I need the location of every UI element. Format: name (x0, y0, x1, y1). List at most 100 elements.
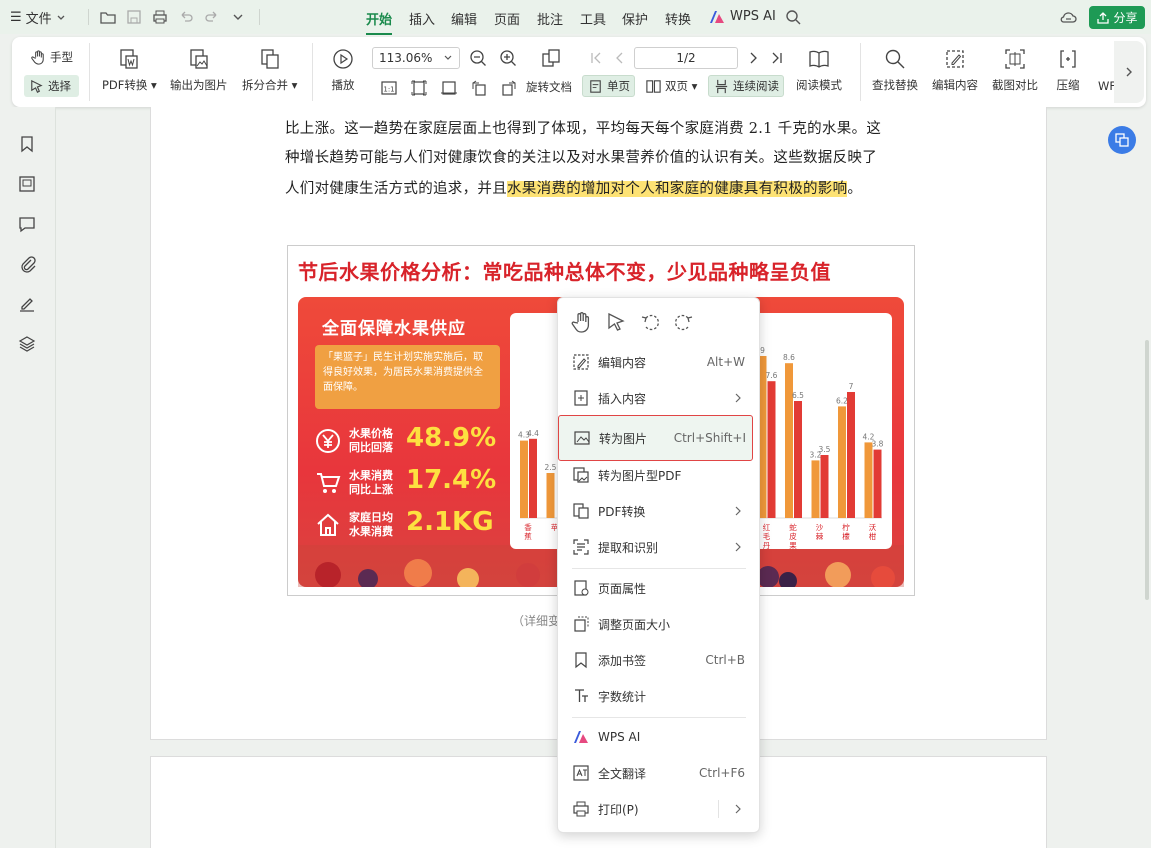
divider (312, 43, 313, 101)
zoom-select[interactable]: 113.06% (372, 47, 460, 69)
menu-item-page-properties[interactable]: 页面属性 (566, 573, 753, 603)
save-icon[interactable] (125, 8, 143, 26)
chart-category-label: 果 (789, 541, 797, 549)
first-page-icon[interactable] (586, 48, 606, 68)
chart-bar (767, 381, 776, 518)
edit-content-button[interactable]: 编辑内容 (932, 47, 978, 93)
rotate-left-icon[interactable] (638, 310, 662, 334)
tab-start[interactable]: 开始 (366, 9, 393, 35)
tab-convert[interactable]: 转换 (665, 9, 691, 28)
chevron-down-icon[interactable] (229, 8, 247, 26)
undo-icon[interactable] (177, 8, 195, 26)
pdf-convert-button[interactable]: PDF转换 ▾ (102, 47, 157, 93)
menu-item-insert-content[interactable]: 插入内容 (566, 383, 753, 413)
last-page-icon[interactable] (767, 48, 787, 68)
ribbon-scroll-right-button[interactable] (1114, 41, 1144, 103)
vertical-scrollbar[interactable] (1145, 340, 1149, 600)
comment-icon[interactable] (17, 214, 37, 234)
menu-item-pdf-convert[interactable]: PDF转换 (566, 496, 753, 526)
menu-item-label: 页面属性 (598, 581, 647, 596)
actual-size-icon[interactable]: 1:1 (379, 78, 399, 98)
continuous-reading-button[interactable]: 连续阅读 (708, 75, 784, 97)
edit-content-label: 编辑内容 (932, 78, 978, 92)
hamburger-icon: ☰ (10, 10, 22, 25)
chevron-right-icon (735, 506, 741, 516)
select-tool-button[interactable]: 选择 (24, 75, 79, 97)
share-label: 分享 (1113, 11, 1138, 25)
tab-page[interactable]: 页面 (494, 9, 520, 28)
play-button[interactable]: 播放 (331, 47, 355, 93)
tab-protect[interactable]: 保护 (622, 9, 648, 28)
cursor-arrow-icon[interactable] (604, 310, 628, 334)
tab-edit[interactable]: 编辑 (451, 9, 477, 28)
double-page-button[interactable]: 双页 ▾ (641, 75, 701, 97)
hand-tool-button[interactable]: 手型 (26, 46, 77, 68)
cloud-icon[interactable] (1059, 8, 1077, 26)
menu-item-wps-ai[interactable]: WPS AI (566, 722, 753, 752)
context-menu: 编辑内容 Alt+W 插入内容 转为图片 Ctrl+Shift+I 转为图片型P… (557, 297, 760, 833)
layers-icon[interactable] (17, 334, 37, 354)
stat-label: 水果消费 同比上涨 (349, 469, 393, 496)
thumbnail-icon[interactable] (17, 174, 37, 194)
export-image-button[interactable]: 输出为图片 (170, 47, 228, 93)
tab-insert[interactable]: 插入 (409, 9, 435, 28)
menu-item-resize-page[interactable]: 调整页面大小 (566, 609, 753, 639)
search-icon[interactable] (784, 8, 802, 26)
divider (89, 43, 90, 101)
find-replace-button[interactable]: 查找替换 (872, 47, 918, 93)
menu-item-label: 提取和识别 (598, 540, 659, 555)
pdf-convert-icon (120, 49, 139, 69)
next-page-icon[interactable] (743, 48, 763, 68)
ribbon-toolbar: 手型 选择 PDF转换 ▾ 输出为图片 拆分合并 ▾ 播放 113.06% 旋转… (12, 37, 1146, 107)
previous-page-icon[interactable] (610, 48, 630, 68)
file-menu[interactable]: ☰ 文件 (10, 8, 66, 27)
menu-item-print[interactable]: 打印(P) (566, 794, 753, 824)
single-page-button[interactable]: 单页 (582, 75, 635, 97)
menu-item-edit-content[interactable]: 编辑内容 Alt+W (566, 347, 753, 377)
menu-item-shortcut: Ctrl+F6 (699, 766, 745, 780)
page-number-input[interactable]: 1/2 (634, 47, 738, 69)
screenshot-compare-button[interactable]: 截图对比 (992, 47, 1038, 93)
tab-annotate[interactable]: 批注 (537, 9, 563, 28)
rotate-document-label[interactable]: 旋转文档 (526, 79, 572, 95)
chart-bar (811, 460, 820, 518)
zoom-out-icon[interactable] (468, 48, 488, 68)
bookmark-icon[interactable] (17, 134, 37, 154)
menu-item-convert-to-image[interactable]: 转为图片 Ctrl+Shift+I (558, 415, 753, 461)
rotate-right-icon[interactable] (672, 310, 696, 334)
wps-ai-button[interactable]: WPS AI (709, 9, 776, 24)
reading-mode-button[interactable]: 阅读模式 (796, 47, 842, 93)
print-icon[interactable] (151, 8, 169, 26)
tab-tools[interactable]: 工具 (580, 9, 606, 28)
wps-ai-icon (710, 10, 724, 23)
rotate-document-icon[interactable] (539, 46, 563, 70)
open-folder-icon[interactable] (99, 8, 117, 26)
menu-item-full-translate[interactable]: 全文翻译 Ctrl+F6 (566, 758, 753, 788)
chart-bar (529, 438, 537, 518)
hand-icon[interactable] (570, 310, 594, 334)
edit-content-icon (573, 354, 589, 370)
chart-category-label: 香 (524, 522, 532, 532)
paragraph-text: 人们对健康生活方式的追求，并且 (285, 181, 507, 197)
attachment-icon[interactable] (17, 254, 37, 274)
fit-page-icon[interactable] (409, 78, 429, 98)
zoom-in-icon[interactable] (498, 48, 518, 68)
menu-item-extract-recognize[interactable]: 提取和识别 (566, 532, 753, 562)
menu-item-convert-to-image-pdf[interactable]: 转为图片型PDF (566, 460, 753, 490)
chevron-right-icon (735, 542, 741, 552)
rotate-left-icon[interactable] (469, 78, 489, 98)
chart-data-label: 7.6 (766, 371, 778, 380)
highlighted-text[interactable]: 水果消费的增加对个人和家庭的健康具有积极的影响 (507, 181, 848, 197)
menu-item-word-count[interactable]: 字数统计 (566, 681, 753, 711)
fit-width-icon[interactable] (439, 78, 459, 98)
floating-tool-button[interactable] (1108, 126, 1136, 154)
rotate-right-icon[interactable] (499, 78, 519, 98)
compress-button[interactable]: 压缩 (1056, 47, 1080, 93)
redo-icon[interactable] (203, 8, 221, 26)
extract-recognize-icon (573, 539, 589, 555)
menu-item-add-bookmark[interactable]: 添加书签 Ctrl+B (566, 645, 753, 675)
split-merge-button[interactable]: 拆分合并 ▾ (242, 47, 297, 93)
chart-data-label: 6.5 (792, 391, 804, 400)
share-button[interactable]: 分享 (1089, 6, 1145, 29)
signature-icon[interactable] (17, 294, 37, 314)
